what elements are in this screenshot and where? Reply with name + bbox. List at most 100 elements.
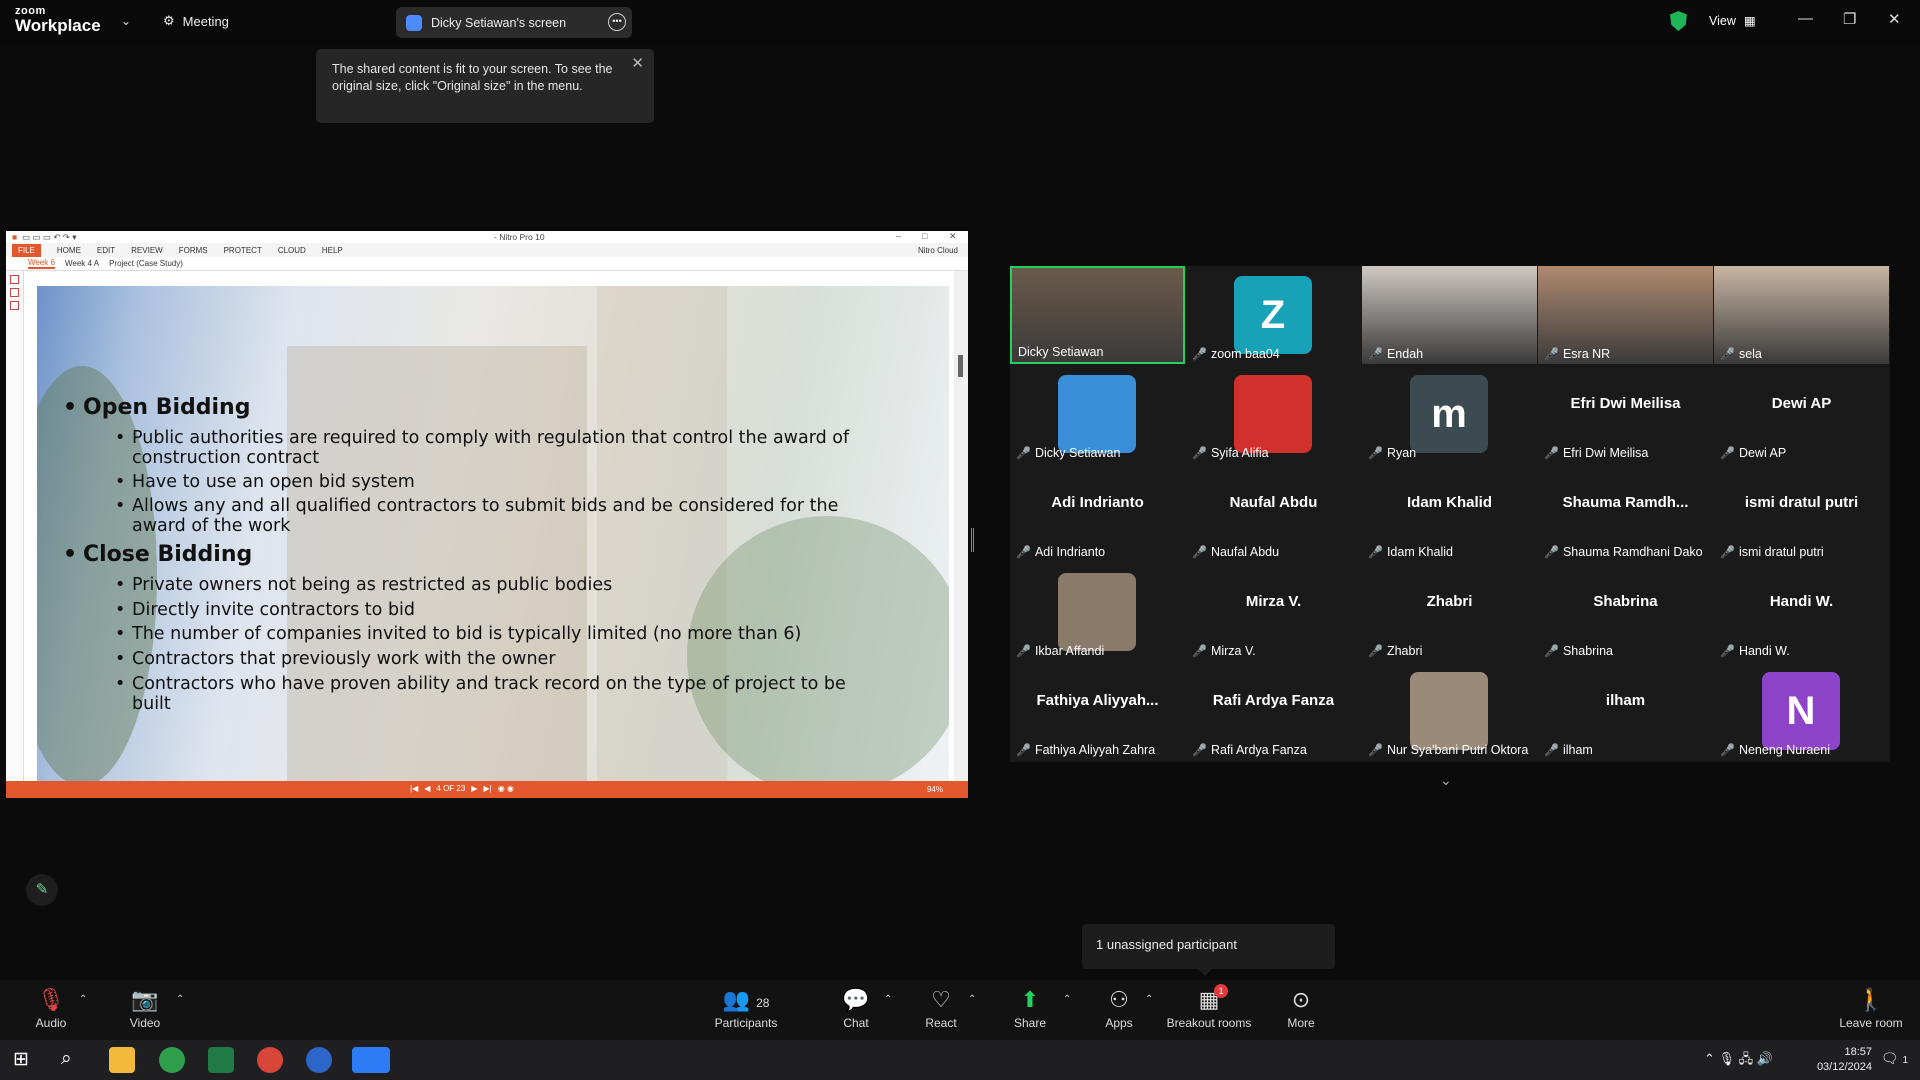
- browser-icon[interactable]: [306, 1047, 332, 1073]
- muted-mic-icon: 🎤: [1544, 644, 1559, 658]
- participant-tile[interactable]: Rafi Ardya Fanza 🎤 Rafi Ardya Fanza: [1186, 662, 1361, 760]
- audio-caret-icon[interactable]: ⌃: [79, 994, 87, 1005]
- breakout-badge: 1: [1214, 984, 1228, 998]
- participant-avatar: Z: [1234, 276, 1312, 354]
- participants-button[interactable]: 👥 28 Participants: [714, 986, 778, 1030]
- participant-name-label: Dicky Setiawan: [1018, 345, 1103, 359]
- video-caret-icon[interactable]: ⌃: [176, 994, 184, 1005]
- clock[interactable]: 18:57 03/12/2024: [1817, 1045, 1872, 1075]
- encryption-shield-icon[interactable]: [1670, 11, 1687, 31]
- shared-screen[interactable]: ■ ▭ ▭ ▭ ↶ ↷ ▾ - Nitro Pro 10 – □ ✕ FILE …: [6, 231, 968, 798]
- participant-tile[interactable]: Dicky Setiawan: [1010, 266, 1185, 364]
- gallery-scroll-down-icon[interactable]: ⌄: [1440, 772, 1452, 789]
- participant-tile[interactable]: Fathiya Aliyyah... 🎤 Fathiya Aliyyah Zahra: [1010, 662, 1185, 760]
- zoom-level: 94%: [926, 785, 943, 794]
- windows-start-icon[interactable]: ⊞: [13, 1048, 29, 1071]
- nitro-close-icon: ✕: [949, 231, 957, 241]
- minimize-icon[interactable]: —: [1798, 10, 1813, 27]
- participant-name: zoom baa04: [1210, 347, 1280, 361]
- participant-display-name: Efri Dwi Meilisa: [1570, 395, 1681, 412]
- chrome-icon[interactable]: [159, 1047, 185, 1073]
- unassigned-participant-popover[interactable]: 1 unassigned participant: [1082, 924, 1335, 976]
- panel-splitter[interactable]: [971, 528, 974, 552]
- file-explorer-icon[interactable]: [109, 1047, 135, 1073]
- participant-name-label: 🎤 Adi Indrianto: [1016, 545, 1105, 559]
- quick-access-icons: ▭ ▭ ▭ ↶ ↷ ▾: [22, 231, 77, 242]
- page-navigation: |◀ ◀ 4 OF 23 ▶ ▶| ◉ ◉: [410, 784, 514, 793]
- participant-tile[interactable]: Mirza V. 🎤 Mirza V.: [1186, 563, 1361, 661]
- leave-room-button[interactable]: 🚶 Leave room: [1838, 986, 1904, 1030]
- breakout-rooms-button[interactable]: ▦ 1 Breakout rooms: [1166, 984, 1252, 1030]
- prev-page-icon: ◀: [424, 784, 431, 793]
- participant-tile[interactable]: m 🎤 Ryan: [1362, 365, 1537, 463]
- zoom-taskbar-icon[interactable]: [352, 1047, 390, 1073]
- nitro-cloud-label: Nitro Cloud: [917, 245, 958, 255]
- muted-mic-icon: 🎤: [1720, 347, 1735, 361]
- participant-tile[interactable]: 🎤 Nur Sya'bani Putri Oktora: [1362, 662, 1537, 760]
- title-bar: zoom Workplace ⌄ ⚙ Meeting Dicky Setiawa…: [0, 0, 1920, 44]
- participant-tile[interactable]: Efri Dwi Meilisa 🎤 Efri Dwi Meilisa: [1538, 365, 1713, 463]
- nitro-status-bar: |◀ ◀ 4 OF 23 ▶ ▶| ◉ ◉ 94%: [6, 781, 968, 798]
- muted-mic-icon: 🎤: [1016, 446, 1031, 460]
- muted-mic-icon: 🎤: [1368, 545, 1383, 559]
- video-button[interactable]: 📷 Video ⌃: [128, 986, 185, 1030]
- participant-tile[interactable]: Shabrina 🎤 Shabrina: [1538, 563, 1713, 661]
- participant-name: Mirza V.: [1210, 644, 1256, 658]
- close-icon[interactable]: ✕: [1888, 10, 1901, 28]
- chevron-down-icon[interactable]: ⌄: [121, 14, 131, 28]
- clock-date: 03/12/2024: [1816, 1061, 1872, 1073]
- participant-tile[interactable]: Shauma Ramdh... 🎤 Shauma Ramdhani Dako: [1538, 464, 1713, 562]
- participant-name: Fathiya Aliyyah Zahra: [1034, 743, 1156, 757]
- restore-icon[interactable]: ❐: [1843, 10, 1856, 28]
- system-tray-icons[interactable]: ⌃ 🎙 🖧 🔊: [1704, 1050, 1773, 1072]
- participant-tile[interactable]: 🎤 Ikbar Affandi: [1010, 563, 1185, 661]
- participant-tile[interactable]: N 🎤 Neneng Nuraeni: [1714, 662, 1889, 760]
- participant-tile[interactable]: 🎤 Dicky Setiawan: [1010, 365, 1185, 463]
- annotate-pencil-icon[interactable]: ✎: [26, 874, 58, 906]
- participant-name-label: 🎤 Shabrina: [1544, 644, 1613, 658]
- participant-tile[interactable]: Z 🎤 zoom baa04: [1186, 266, 1361, 364]
- muted-mic-icon: 🎤: [1544, 347, 1559, 361]
- participant-tile[interactable]: 🎤 Endah: [1362, 266, 1537, 364]
- apps-button[interactable]: ⚇ Apps ⌃: [1103, 986, 1153, 1030]
- nitro-menu-file: FILE: [12, 243, 41, 257]
- slide-heading-close: Close Bidding: [63, 542, 252, 567]
- participant-tile[interactable]: Handi W. 🎤 Handi W.: [1714, 563, 1889, 661]
- building-image: [287, 346, 587, 783]
- apps-caret-icon[interactable]: ⌃: [1145, 994, 1153, 1005]
- muted-mic-icon: 🎤: [1192, 644, 1207, 658]
- chat-button[interactable]: 💬 Chat ⌃: [840, 986, 892, 1030]
- audio-button[interactable]: 🎙 Audio ⌃: [34, 986, 88, 1030]
- react-caret-icon[interactable]: ⌃: [968, 994, 976, 1005]
- view-button[interactable]: View ▦: [1709, 13, 1756, 29]
- react-button[interactable]: ♡ React ⌃: [924, 986, 976, 1030]
- chrome-profile-icon[interactable]: [257, 1047, 283, 1073]
- close-tooltip-icon[interactable]: ✕: [631, 55, 644, 72]
- participant-tile[interactable]: Naufal Abdu 🎤 Naufal Abdu: [1186, 464, 1361, 562]
- more-options-icon[interactable]: •••: [608, 13, 626, 31]
- participant-tile[interactable]: 🎤 Syifa Alifia: [1186, 365, 1361, 463]
- notification-icon[interactable]: 🗨 1: [1881, 1050, 1908, 1067]
- participant-tile[interactable]: ilham 🎤 ilham: [1538, 662, 1713, 760]
- participant-tile[interactable]: Zhabri 🎤 Zhabri: [1362, 563, 1537, 661]
- share-caret-icon[interactable]: ⌃: [1063, 994, 1071, 1005]
- search-icon[interactable]: ⌕: [61, 1048, 72, 1070]
- participant-tile[interactable]: 🎤 Esra NR: [1538, 266, 1713, 364]
- participant-tile[interactable]: Idam Khalid 🎤 Idam Khalid: [1362, 464, 1537, 562]
- participant-name-label: 🎤 Syifa Alifia: [1192, 446, 1269, 460]
- chat-caret-icon[interactable]: ⌃: [884, 994, 892, 1005]
- screen-share-pill[interactable]: Dicky Setiawan's screen •••: [396, 7, 632, 38]
- participant-name: sela: [1738, 347, 1762, 361]
- chat-icon: 💬: [842, 987, 870, 1012]
- participant-tile[interactable]: Dewi AP 🎤 Dewi AP: [1714, 365, 1889, 463]
- participant-avatar: [1058, 573, 1136, 651]
- participant-tile[interactable]: ismi dratul putri 🎤 ismi dratul putri: [1714, 464, 1889, 562]
- share-button[interactable]: ⬆ Share ⌃: [1013, 986, 1071, 1030]
- participant-tile[interactable]: Adi Indrianto 🎤 Adi Indrianto: [1010, 464, 1185, 562]
- participant-tile[interactable]: 🎤 sela: [1714, 266, 1889, 364]
- nitro-side-panel: [6, 271, 24, 781]
- excel-icon[interactable]: [208, 1047, 234, 1073]
- meeting-menu[interactable]: ⚙ Meeting: [163, 13, 229, 29]
- more-button[interactable]: ⊙ More: [1285, 986, 1317, 1030]
- nitro-minimize-icon: –: [896, 231, 902, 241]
